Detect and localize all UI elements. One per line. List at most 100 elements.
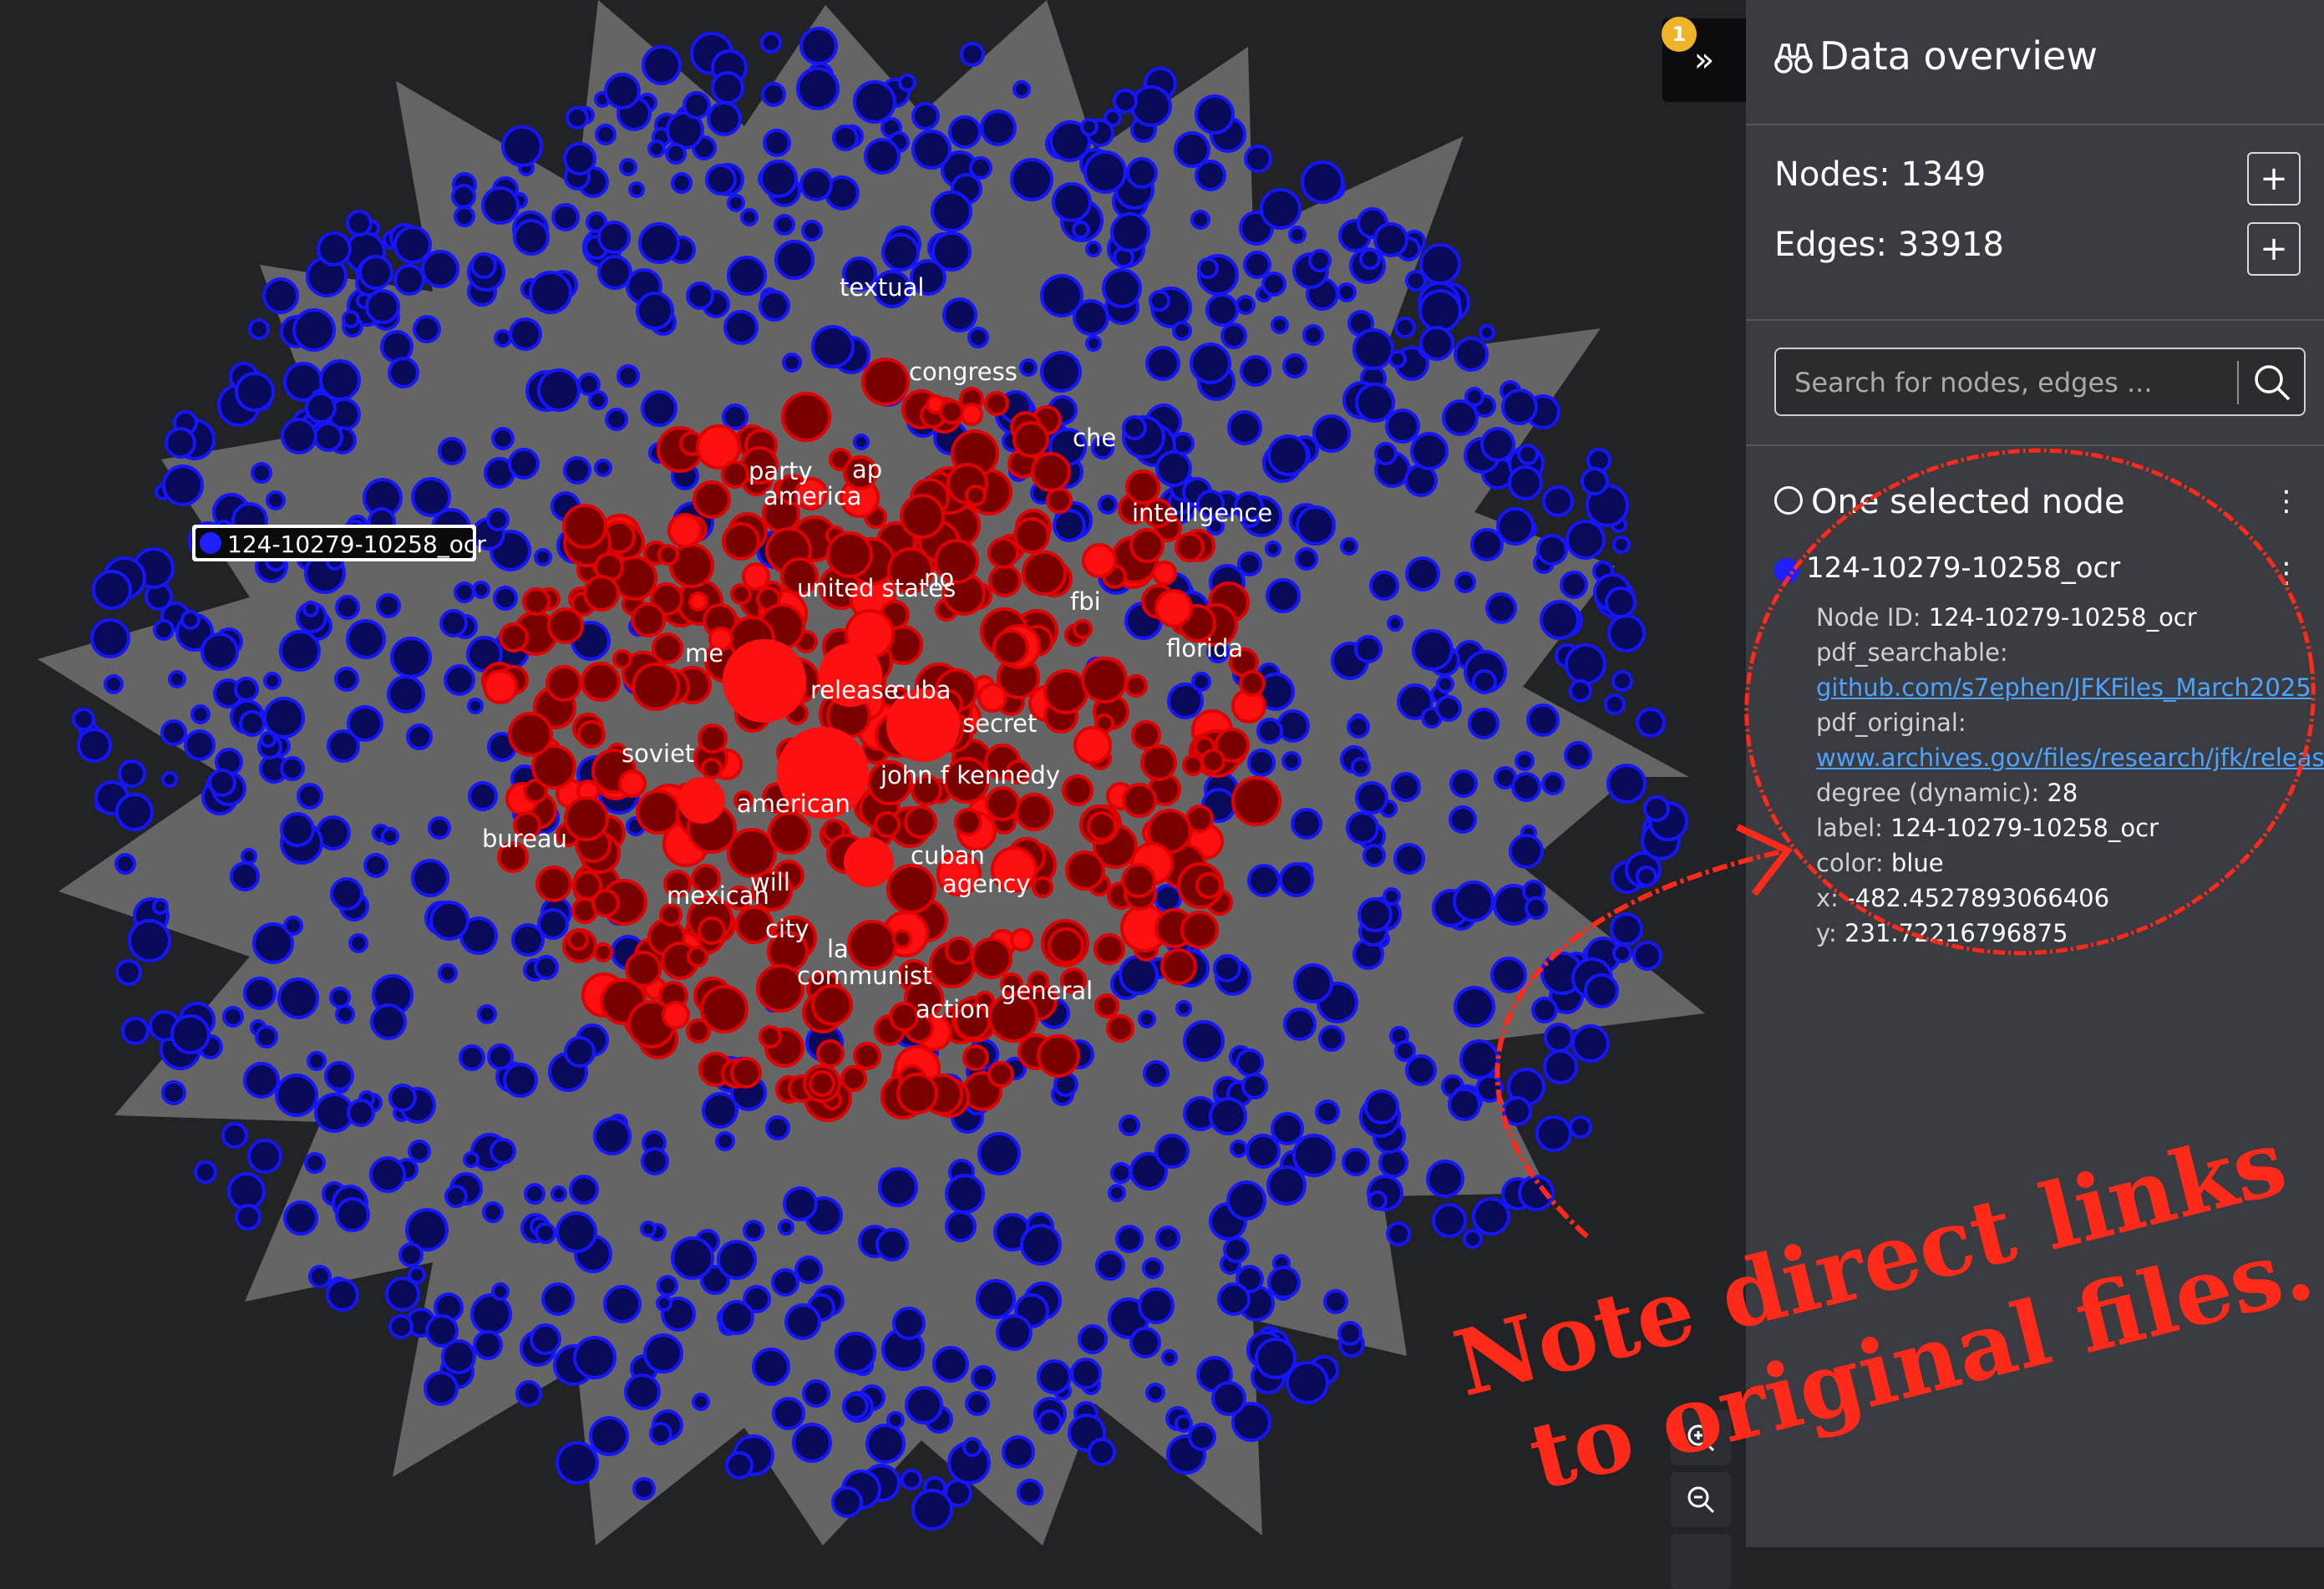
graph-node[interactable] bbox=[721, 460, 749, 489]
graph-node[interactable] bbox=[853, 434, 870, 450]
graph-node[interactable] bbox=[628, 181, 645, 198]
graph-node[interactable] bbox=[730, 583, 752, 605]
graph-node[interactable] bbox=[551, 1185, 567, 1202]
graph-node[interactable] bbox=[162, 465, 204, 506]
graph-node[interactable] bbox=[381, 827, 399, 845]
graph-node[interactable] bbox=[1535, 1115, 1572, 1152]
github-link[interactable]: github.com/s7ephen/JFKFiles_March2025 bbox=[1816, 673, 2311, 702]
graph-node[interactable] bbox=[617, 364, 640, 388]
graph-node[interactable] bbox=[428, 816, 451, 840]
graph-node[interactable] bbox=[1119, 955, 1159, 995]
graph-node[interactable] bbox=[1569, 679, 1592, 703]
graph-node[interactable] bbox=[263, 672, 282, 690]
graph-node[interactable] bbox=[292, 308, 336, 352]
graph-node[interactable] bbox=[1515, 751, 1535, 771]
graph-node[interactable] bbox=[1540, 600, 1580, 640]
graph-node[interactable] bbox=[1318, 1025, 1345, 1052]
graph-node[interactable] bbox=[1094, 993, 1119, 1018]
graph-node[interactable] bbox=[987, 1061, 1014, 1088]
graph-node[interactable] bbox=[1126, 157, 1158, 189]
graph-node[interactable] bbox=[482, 1201, 504, 1223]
graph-node[interactable] bbox=[1108, 1184, 1126, 1202]
graph-node[interactable] bbox=[115, 793, 154, 831]
graph-node[interactable] bbox=[239, 710, 266, 737]
graph-node[interactable] bbox=[1346, 811, 1379, 845]
graph-node[interactable] bbox=[438, 437, 466, 465]
hub-node[interactable] bbox=[723, 639, 806, 723]
graph-node[interactable] bbox=[1237, 551, 1262, 576]
graph-node[interactable] bbox=[977, 1132, 1021, 1175]
graph-node[interactable] bbox=[774, 214, 795, 236]
graph-node[interactable] bbox=[1454, 571, 1476, 593]
graph-node[interactable] bbox=[524, 1183, 545, 1205]
graph-node[interactable] bbox=[1463, 1229, 1483, 1249]
hub-node[interactable] bbox=[844, 837, 894, 887]
graph-node[interactable] bbox=[369, 1156, 406, 1193]
graph-node[interactable] bbox=[1369, 571, 1399, 601]
graph-node[interactable] bbox=[1256, 718, 1283, 744]
graph-node[interactable] bbox=[727, 194, 745, 212]
graph-node[interactable] bbox=[636, 292, 674, 330]
graph-node[interactable] bbox=[1479, 324, 1495, 341]
graph-node[interactable] bbox=[1124, 674, 1148, 698]
graph-node[interactable] bbox=[701, 758, 723, 779]
graph-node[interactable] bbox=[490, 1138, 516, 1165]
graph-node[interactable] bbox=[1121, 863, 1156, 898]
graph-node[interactable] bbox=[230, 861, 260, 891]
graph-node[interactable] bbox=[222, 1006, 244, 1028]
graph-node[interactable] bbox=[152, 898, 169, 915]
graph-node[interactable] bbox=[931, 231, 972, 272]
graph-node[interactable] bbox=[92, 570, 132, 610]
graph-node[interactable] bbox=[1541, 772, 1565, 795]
graph-node[interactable] bbox=[1145, 346, 1180, 381]
graph-node[interactable] bbox=[1161, 1349, 1178, 1366]
graph-node[interactable] bbox=[194, 1160, 217, 1184]
graph-node[interactable] bbox=[243, 977, 277, 1010]
graph-node[interactable] bbox=[1472, 669, 1497, 694]
archives-link[interactable]: www.archives.gov/files/research/jfk/rele… bbox=[1816, 744, 2324, 772]
graph-node[interactable] bbox=[652, 632, 683, 664]
graph-node[interactable] bbox=[784, 1303, 821, 1340]
graph-node[interactable] bbox=[413, 315, 441, 343]
graph-node[interactable] bbox=[1236, 1048, 1264, 1077]
graph-node[interactable] bbox=[1302, 324, 1324, 346]
graph-node[interactable] bbox=[1080, 118, 1099, 136]
graph-node[interactable] bbox=[346, 619, 386, 659]
graph-node[interactable] bbox=[1496, 507, 1535, 546]
node-menu-icon[interactable]: ⋮ bbox=[2272, 556, 2301, 590]
graph-node[interactable] bbox=[1062, 774, 1093, 806]
graph-node[interactable] bbox=[686, 282, 714, 310]
graph-node[interactable] bbox=[1195, 160, 1226, 191]
graph-node[interactable] bbox=[811, 984, 853, 1026]
graph-node[interactable] bbox=[115, 959, 142, 986]
graph-node[interactable] bbox=[593, 942, 613, 962]
graph-node[interactable] bbox=[665, 143, 687, 165]
graph-node[interactable] bbox=[1002, 1435, 1035, 1469]
graph-node[interactable] bbox=[429, 901, 469, 941]
graph-node[interactable] bbox=[1241, 1073, 1268, 1099]
graph-node[interactable] bbox=[1191, 672, 1211, 692]
graph-node[interactable] bbox=[513, 219, 550, 256]
graph-node[interactable] bbox=[277, 977, 319, 1019]
graph-node[interactable] bbox=[1509, 834, 1544, 869]
graph-node[interactable] bbox=[1388, 350, 1407, 368]
fullscreen-button[interactable] bbox=[1671, 1534, 1731, 1589]
graph-node[interactable] bbox=[1131, 720, 1161, 750]
graph-node[interactable] bbox=[534, 548, 552, 566]
graph-node[interactable] bbox=[1175, 532, 1205, 562]
graph-node[interactable] bbox=[875, 1228, 909, 1262]
graph-node[interactable] bbox=[932, 1346, 969, 1383]
graph-node[interactable] bbox=[255, 1025, 278, 1048]
graph-node[interactable] bbox=[1220, 322, 1247, 349]
graph-node[interactable] bbox=[491, 1282, 510, 1301]
graph-node[interactable] bbox=[566, 106, 589, 129]
graph-node[interactable] bbox=[260, 731, 277, 748]
graph-node[interactable] bbox=[641, 1147, 669, 1175]
graph-node[interactable] bbox=[1315, 1099, 1340, 1124]
graph-node[interactable] bbox=[1301, 160, 1344, 204]
graph-node[interactable] bbox=[425, 1314, 459, 1348]
graph-node[interactable] bbox=[1010, 158, 1053, 201]
graph-node[interactable] bbox=[799, 27, 838, 65]
graph-node[interactable] bbox=[1209, 1097, 1247, 1135]
graph-node[interactable] bbox=[987, 537, 1019, 569]
